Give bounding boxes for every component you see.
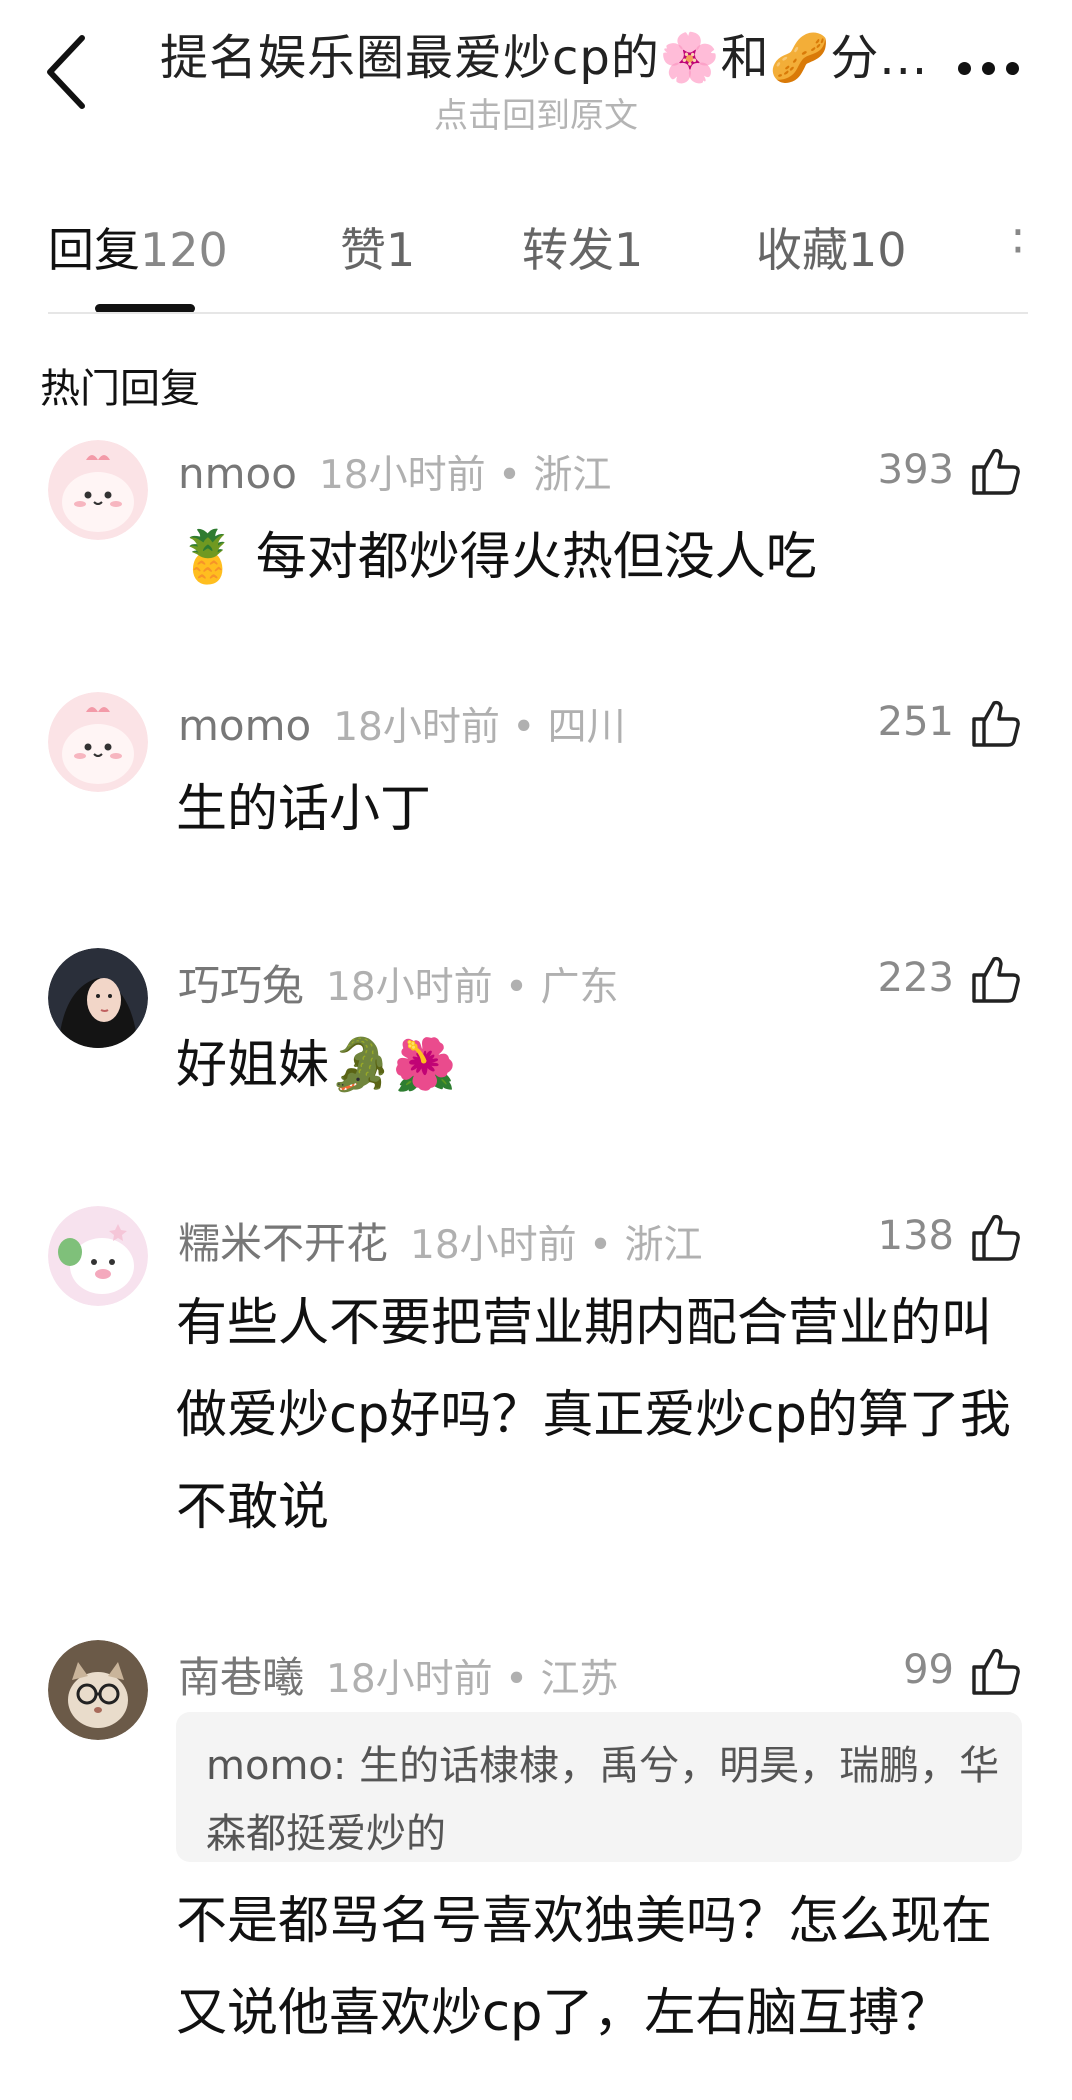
username[interactable]: 糯米不开花 [178, 1219, 388, 1268]
girl-photo-avatar-icon [48, 948, 148, 1048]
comment-meta: 糯米不开花 18小时前 • 浙江 [178, 1210, 702, 1271]
like-button[interactable]: 99 [903, 1640, 1022, 1700]
tab-count: 1 [386, 223, 416, 277]
tab-replies[interactable]: 回复120 [48, 214, 228, 280]
timestamp-location: 18小时前 • 江苏 [326, 1657, 619, 1702]
like-count: 138 [877, 1213, 954, 1259]
comment-text: 生的话小丁 [176, 780, 432, 839]
like-button[interactable]: 138 [878, 1206, 1022, 1266]
more-dot-icon [982, 62, 995, 75]
pink-pig-avatar-icon [48, 1206, 148, 1306]
like-button[interactable]: 393 [878, 440, 1022, 500]
tab-favorites[interactable]: 收藏10 [756, 214, 907, 280]
like-button[interactable]: 223 [878, 948, 1022, 1008]
timestamp-location: 18小时前 • 四川 [333, 705, 626, 750]
quoted-reply[interactable]: momo: 生的话棣棣，禹兮，明昊，瑞鹏，华森都挺爱炒的 [176, 1712, 1022, 1862]
post-title[interactable]: 提名娱乐圈最爱炒cp的🌸和🥜分... [160, 18, 927, 88]
avatar[interactable] [48, 948, 148, 1048]
tab-count: 10 [848, 223, 907, 277]
cat-with-glasses-avatar-icon [48, 1640, 148, 1740]
tab-overflow-indicator[interactable]: ∶ [1012, 214, 1030, 268]
like-count: 99 [903, 1647, 954, 1693]
comment-text: 不是都骂名号喜欢独美吗？怎么现在又说他喜欢炒cp了，左右脑互搏？ [176, 1892, 993, 2043]
tab-label: 转发 [522, 223, 614, 277]
comment-meta: momo 18小时前 • 四川 [178, 696, 626, 752]
more-options-button[interactable] [954, 38, 1024, 98]
tab-reposts[interactable]: 转发1 [522, 214, 643, 280]
like-count: 251 [877, 699, 954, 745]
tab-likes[interactable]: 赞1 [340, 214, 415, 280]
like-button[interactable]: 251 [878, 692, 1022, 752]
username[interactable]: 南巷曦 [178, 1653, 304, 1702]
timestamp-location: 18小时前 • 广东 [326, 965, 619, 1010]
top-bar: 提名娱乐圈最爱炒cp的🌸和🥜分... 点击回到原文 [0, 0, 1072, 150]
like-count: 393 [877, 447, 954, 493]
quoted-reply-text: momo: 生的话棣棣，禹兮，明昊，瑞鹏，华森都挺爱炒的 [206, 1743, 1000, 1857]
hot-replies-heading: 热门回复 [40, 366, 200, 412]
tab-count: 120 [140, 223, 228, 277]
thumbs-up-icon [972, 700, 1020, 747]
timestamp-location: 18小时前 • 浙江 [318, 453, 612, 498]
avatar[interactable] [48, 1640, 148, 1740]
comment-meta: 南巷曦 18小时前 • 江苏 [178, 1644, 618, 1705]
avatar[interactable] [48, 1206, 148, 1306]
pink-chick-avatar-icon [48, 692, 148, 792]
thumbs-up-icon [972, 1214, 1020, 1261]
comment-meta: nmoo 18小时前 • 浙江 [178, 444, 611, 500]
more-dot-icon [958, 62, 971, 75]
thumbs-up-icon [972, 956, 1020, 1003]
pink-chick-avatar-icon [48, 440, 148, 540]
tab-label: 回复 [48, 223, 140, 277]
timestamp-location: 18小时前 • 浙江 [410, 1223, 703, 1268]
username[interactable]: nmoo [178, 449, 297, 498]
tab-count: 1 [614, 223, 644, 277]
comment-text: 有些人不要把营业期内配合营业的叫做爱炒cp好吗？真正爱炒cp的算了我不敢说 [176, 1294, 1011, 1537]
username[interactable]: 巧巧兔 [178, 961, 304, 1010]
back-to-original-link[interactable]: 点击回到原文 [0, 88, 1072, 137]
more-dot-icon [1006, 62, 1019, 75]
like-count: 223 [877, 955, 954, 1001]
tab-label: 收藏 [756, 223, 848, 277]
thumbs-up-icon [972, 1648, 1020, 1695]
tab-bar: 回复120 赞1 转发1 收藏10 ∶ [0, 200, 1072, 313]
thumbs-up-icon [972, 448, 1020, 495]
divider [48, 312, 1028, 314]
tab-label: 赞 [340, 223, 386, 277]
username[interactable]: momo [178, 701, 311, 750]
comment-meta: 巧巧兔 18小时前 • 广东 [178, 952, 618, 1013]
avatar[interactable] [48, 692, 148, 792]
avatar[interactable] [48, 440, 148, 540]
comment-text: 🍍 每对都炒得火热但没人吃 [176, 528, 817, 587]
comment-text: 好姐妹🐊🌺 [176, 1036, 457, 1095]
